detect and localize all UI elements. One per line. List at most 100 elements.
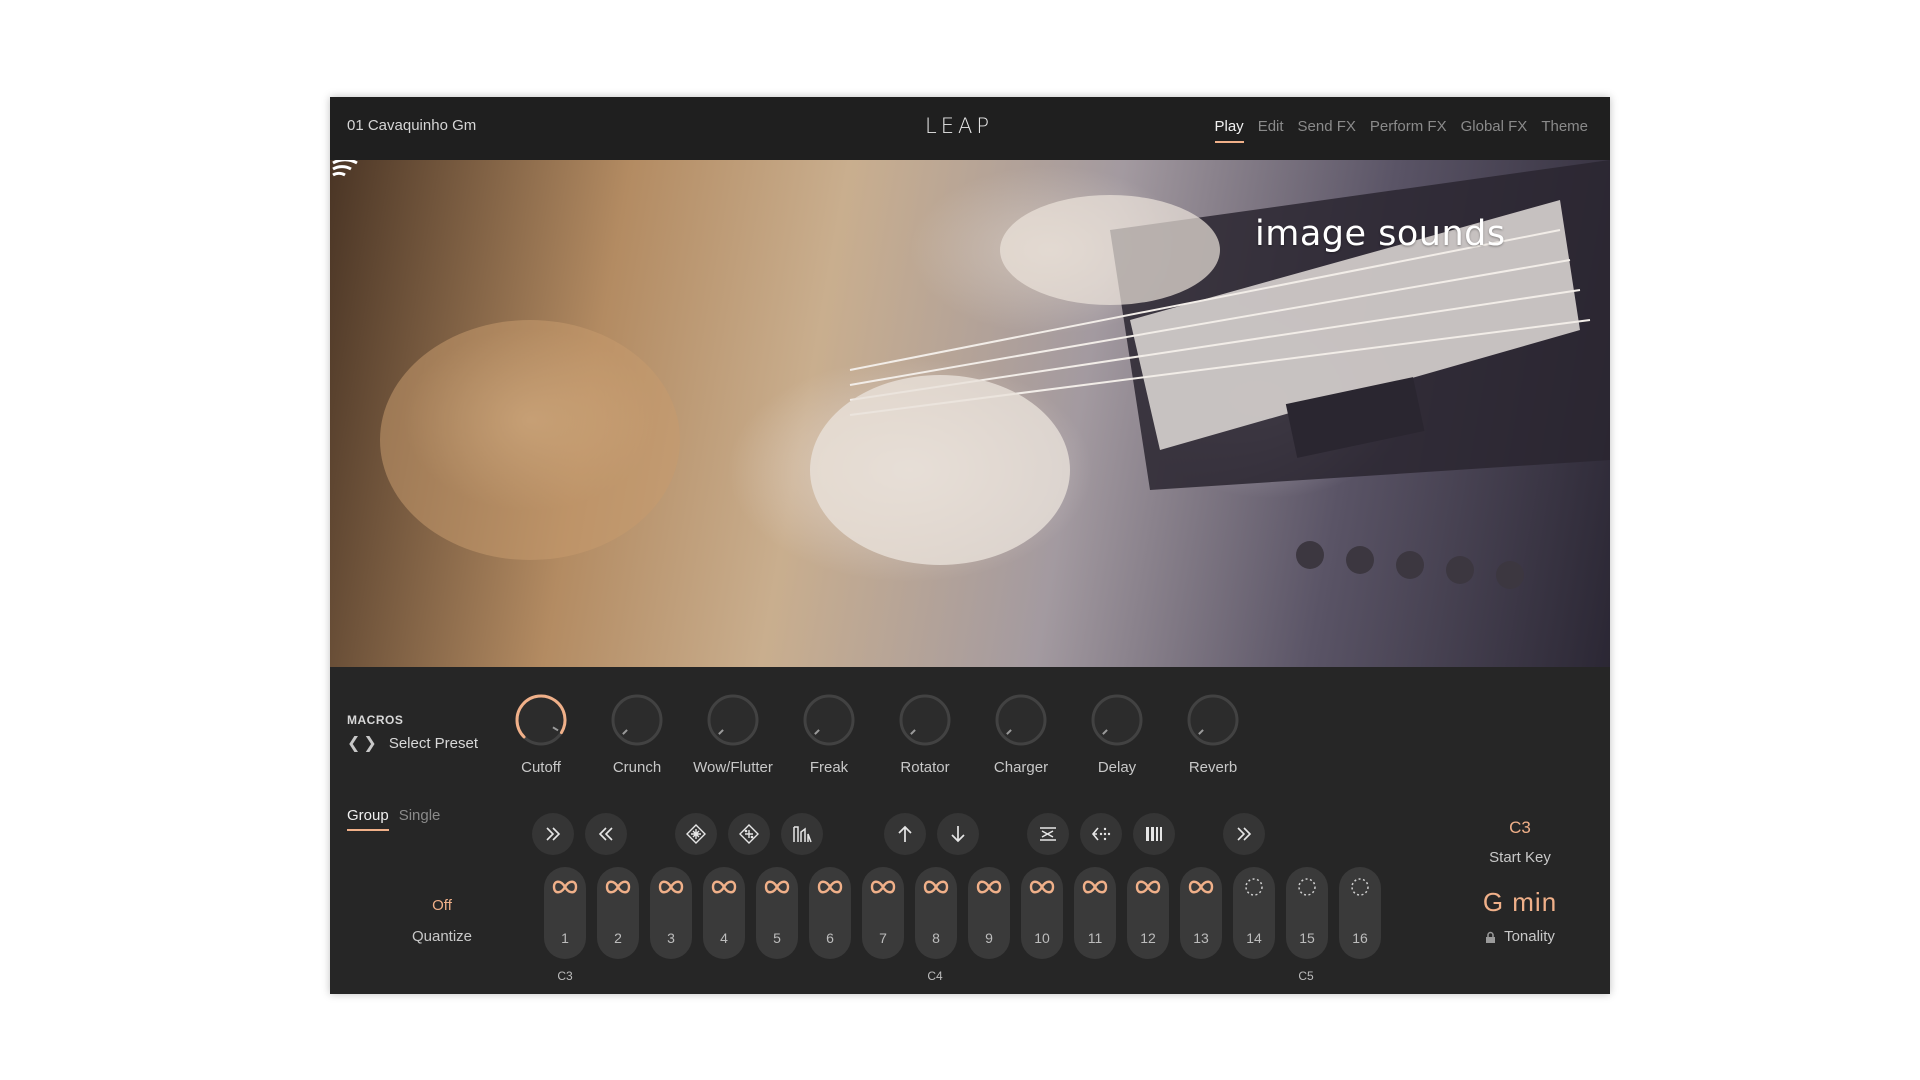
main-nav: Play Edit Send FX Perform FX Global FX T…: [1214, 118, 1588, 143]
knob-dial[interactable]: [801, 692, 857, 748]
pad-7[interactable]: 7: [862, 867, 904, 959]
tab-play[interactable]: Play: [1214, 118, 1244, 143]
pad-number: 16: [1352, 930, 1368, 946]
pad-number: 9: [985, 930, 993, 946]
knob-reverb[interactable]: Reverb: [1168, 692, 1258, 776]
loop-infinity-icon: [764, 880, 790, 894]
knob-dial[interactable]: [705, 692, 761, 748]
lock-icon[interactable]: [1485, 931, 1496, 944]
pad-3[interactable]: 3: [650, 867, 692, 959]
pad-6[interactable]: 6: [809, 867, 851, 959]
pad-number: 5: [773, 930, 781, 946]
loop-infinity-icon: [817, 880, 843, 894]
pad-number: 7: [879, 930, 887, 946]
tab-edit[interactable]: Edit: [1258, 118, 1284, 143]
tonality-value[interactable]: G min: [1465, 887, 1575, 918]
knob-crunch[interactable]: Crunch: [592, 692, 682, 776]
tab-group[interactable]: Group: [347, 807, 389, 831]
pad-1[interactable]: 1: [544, 867, 586, 959]
knob-label: Charger: [993, 759, 1049, 776]
tab-theme[interactable]: Theme: [1541, 118, 1588, 143]
waveform-icon: [793, 826, 812, 843]
select-preset-label[interactable]: Select Preset: [389, 735, 478, 752]
pad-5[interactable]: 5: [756, 867, 798, 959]
knob-dial[interactable]: [993, 692, 1049, 748]
rewind-icon: [598, 827, 613, 841]
knob-dial[interactable]: [609, 692, 665, 748]
knob-dial[interactable]: [513, 692, 569, 748]
knob-label: Wow/Flutter: [693, 759, 773, 776]
knob-freak[interactable]: Freak: [784, 692, 874, 776]
leap-sampler-window: 01 Cavaquinho Gm LEAP Play Edit Send FX …: [330, 97, 1610, 994]
knob-label: Cutoff: [521, 759, 561, 776]
knob-dial[interactable]: [897, 692, 953, 748]
pad-2[interactable]: 2: [597, 867, 639, 959]
knob-label: Reverb: [1188, 759, 1238, 776]
knob-cutoff[interactable]: Cutoff: [496, 692, 586, 776]
note-label-c4: C4: [927, 969, 943, 983]
loop-infinity-icon: [711, 880, 737, 894]
tab-single[interactable]: Single: [399, 807, 441, 831]
pad-number: 11: [1087, 930, 1103, 946]
knob-dial[interactable]: [1089, 692, 1145, 748]
pad-number: 15: [1299, 930, 1315, 946]
quantize-value[interactable]: Off: [402, 897, 482, 914]
pad-4[interactable]: 4: [703, 867, 745, 959]
randomize-grid-button[interactable]: [728, 813, 770, 855]
knob-delay[interactable]: Delay: [1072, 692, 1162, 776]
note-label-c5: C5: [1298, 969, 1314, 983]
slices-button[interactable]: [1133, 813, 1175, 855]
pad-13[interactable]: 13: [1180, 867, 1222, 959]
move-down-button[interactable]: [937, 813, 979, 855]
loop-infinity-icon: [1188, 880, 1214, 894]
reverse-button[interactable]: [1080, 813, 1122, 855]
macros-title: MACROS: [347, 713, 404, 727]
knob-dial[interactable]: [1185, 692, 1241, 748]
loop-infinity-icon: [870, 880, 896, 894]
loop-infinity-icon: [923, 880, 949, 894]
mode-tabs: Group Single: [347, 807, 440, 831]
pad-14[interactable]: 14: [1233, 867, 1275, 959]
tab-perform-fx[interactable]: Perform FX: [1370, 118, 1447, 143]
waveform-button[interactable]: [781, 813, 823, 855]
forward-button[interactable]: [532, 813, 574, 855]
rewind-button[interactable]: [585, 813, 627, 855]
pad-number: 6: [826, 930, 834, 946]
pad-number: 13: [1193, 930, 1209, 946]
loop-infinity-icon: [658, 880, 684, 894]
knob-rotator[interactable]: Rotator: [880, 692, 970, 776]
pad-number: 2: [614, 930, 622, 946]
shuffle-grid-icon: [686, 824, 706, 844]
tab-global-fx[interactable]: Global FX: [1461, 118, 1528, 143]
pad-9[interactable]: 9: [968, 867, 1010, 959]
pad-number: 8: [932, 930, 940, 946]
swap-button[interactable]: [1027, 813, 1069, 855]
loop-infinity-icon: [1029, 880, 1055, 894]
macro-preset-selector[interactable]: ❮❯ Select Preset: [347, 733, 478, 753]
pad-number: 14: [1246, 930, 1262, 946]
oneshot-circle-icon: [1351, 878, 1369, 896]
header-bar: 01 Cavaquinho Gm LEAP Play Edit Send FX …: [330, 97, 1610, 160]
note-label-c3: C3: [557, 969, 573, 983]
up-arrow-icon: [898, 825, 912, 842]
preset-name[interactable]: 01 Cavaquinho Gm: [347, 117, 476, 134]
move-up-button[interactable]: [884, 813, 926, 855]
pad-15[interactable]: 15: [1286, 867, 1328, 959]
signal-waves-icon: [332, 160, 358, 177]
pad-number: 4: [720, 930, 728, 946]
pad-10[interactable]: 10: [1021, 867, 1063, 959]
tab-send-fx[interactable]: Send FX: [1298, 118, 1356, 143]
knob-wow-flutter[interactable]: Wow/Flutter: [688, 692, 778, 776]
knob-charger[interactable]: Charger: [976, 692, 1066, 776]
start-key-value[interactable]: C3: [1470, 818, 1570, 838]
next-button[interactable]: [1223, 813, 1265, 855]
prev-next-preset-icon[interactable]: ❮❯: [347, 733, 380, 753]
pad-16[interactable]: 16: [1339, 867, 1381, 959]
pad-11[interactable]: 11: [1074, 867, 1116, 959]
pad-8[interactable]: 8: [915, 867, 957, 959]
loop-infinity-icon: [552, 880, 578, 894]
leap-logo: LEAP: [925, 114, 993, 138]
pad-12[interactable]: 12: [1127, 867, 1169, 959]
shuffle-grid-button[interactable]: [675, 813, 717, 855]
forward-icon: [546, 827, 561, 841]
